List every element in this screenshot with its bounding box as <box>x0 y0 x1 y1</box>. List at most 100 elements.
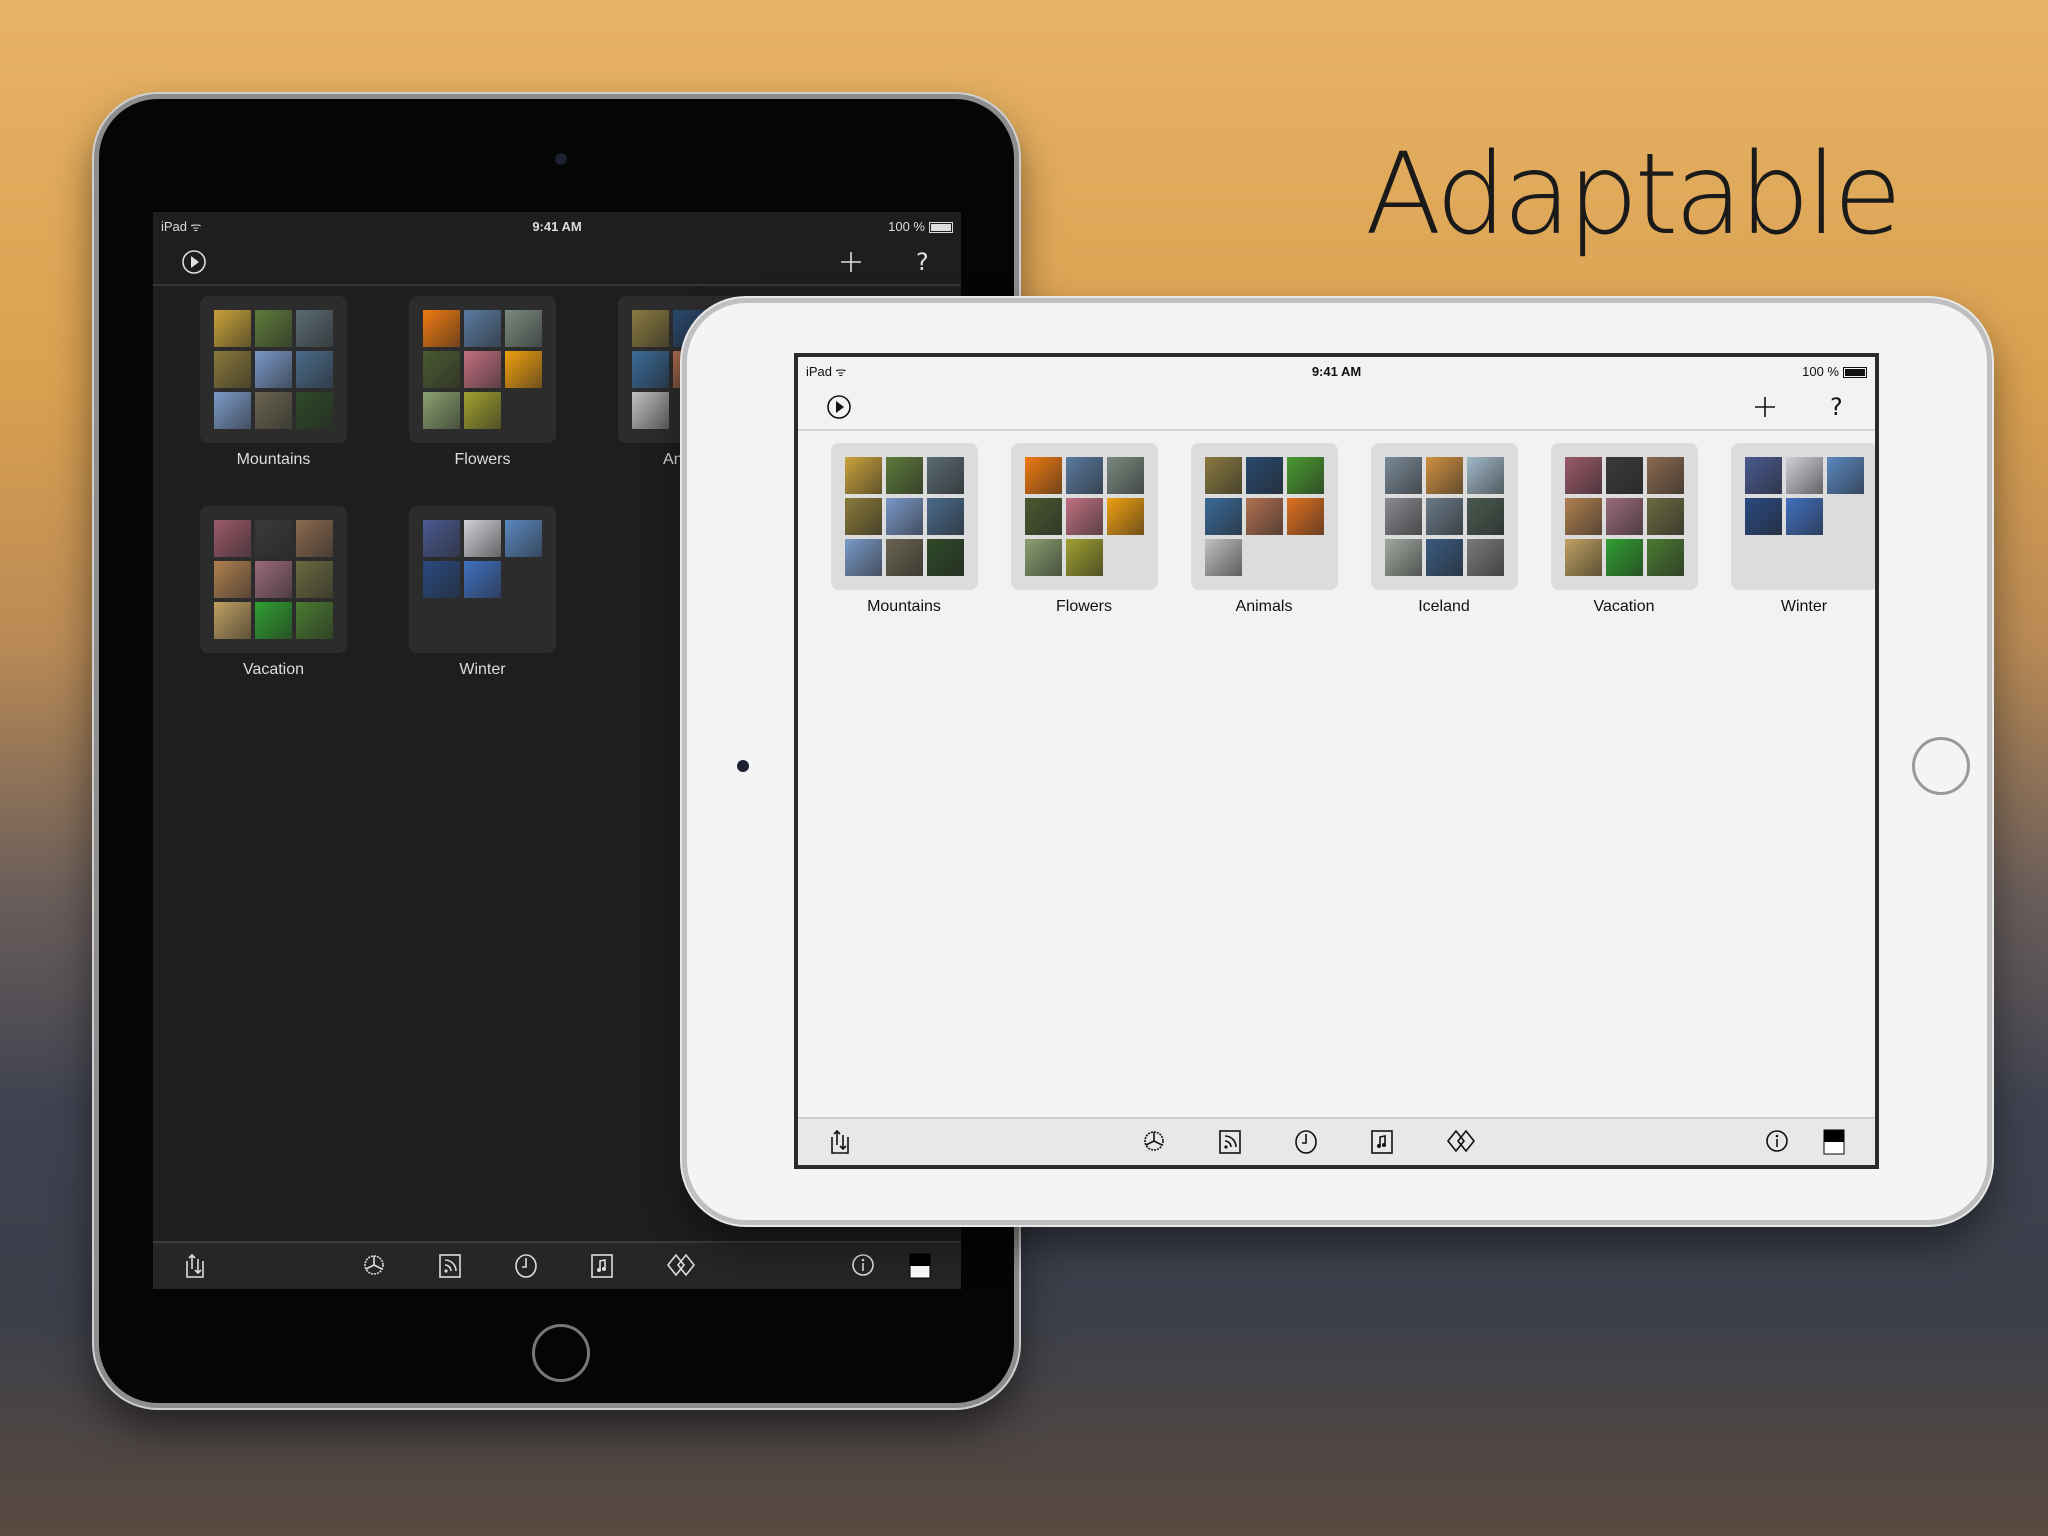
music-icon[interactable] <box>1370 1129 1394 1155</box>
album-mountains[interactable]: Mountains <box>169 296 378 506</box>
photo-thumbnail <box>1065 498 1103 535</box>
wifi-icon: ᯤ <box>832 364 847 379</box>
home-button[interactable] <box>532 1324 590 1382</box>
album-thumbnail-grid[interactable] <box>1730 443 1875 590</box>
album-thumbnail-grid[interactable] <box>200 296 347 443</box>
album-winter[interactable]: Winter <box>1714 443 1875 653</box>
album-flowers[interactable]: Flowers <box>378 296 587 506</box>
photo-thumbnail <box>1605 457 1643 494</box>
info-icon[interactable] <box>851 1253 875 1279</box>
album-grid: Mountains Flowers Animals Iceland Vacation Wi… <box>798 431 1875 1117</box>
photo-thumbnail <box>255 561 292 598</box>
photo-thumbnail <box>296 602 333 639</box>
photo-thumbnail <box>885 457 923 494</box>
music-icon[interactable] <box>590 1253 614 1279</box>
photo-thumbnail <box>464 392 501 429</box>
album-label: Mountains <box>867 598 941 615</box>
photo-thumbnail <box>1286 457 1324 494</box>
album-thumbnail-grid[interactable] <box>1010 443 1158 590</box>
photo-thumbnail <box>1024 539 1062 576</box>
photo-thumbnail <box>505 520 542 557</box>
toolbar-right-group <box>851 1253 931 1279</box>
share-icon[interactable] <box>828 1129 852 1155</box>
question-icon[interactable]: ? <box>913 249 933 275</box>
photo-thumbnail <box>1605 498 1643 535</box>
settings-icon[interactable] <box>362 1253 386 1279</box>
photo-thumbnail <box>296 310 333 347</box>
bottom-toolbar <box>153 1241 961 1289</box>
photo-thumbnail <box>1204 457 1242 494</box>
battery-icon <box>929 221 953 233</box>
photo-thumbnail <box>926 457 964 494</box>
clock-icon[interactable] <box>514 1253 538 1279</box>
album-vacation[interactable]: Vacation <box>1534 443 1714 653</box>
photo-thumbnail <box>423 310 460 347</box>
photo-thumbnail <box>1826 457 1864 494</box>
photo-thumbnail <box>1065 457 1103 494</box>
status-bar: iPad ᯤ 9:41 AM 100 % <box>153 212 961 240</box>
photo-thumbnail <box>1065 539 1103 576</box>
photo-thumbnail <box>1384 539 1422 576</box>
album-animals[interactable]: Animals <box>1174 443 1354 653</box>
device-label: iPad <box>161 218 188 234</box>
play-icon[interactable] <box>826 394 852 420</box>
album-flowers[interactable]: Flowers <box>994 443 1174 653</box>
wifi-icon: ᯤ <box>187 219 202 234</box>
album-winter[interactable]: Winter <box>378 506 587 716</box>
photo-thumbnail <box>1646 539 1684 576</box>
share-icon[interactable] <box>183 1253 207 1279</box>
photo-thumbnail <box>1106 498 1144 535</box>
album-label: Vacation <box>1593 598 1655 615</box>
album-thumbnail-grid[interactable] <box>1370 443 1518 590</box>
status-left: iPad ᯤ <box>161 218 201 235</box>
transition-icon[interactable] <box>666 1253 696 1279</box>
photo-thumbnail <box>844 498 882 535</box>
settings-icon[interactable] <box>1142 1129 1166 1155</box>
photo-thumbnail <box>1384 457 1422 494</box>
question-icon[interactable]: ? <box>1827 394 1847 420</box>
album-iceland[interactable]: Iceland <box>1354 443 1534 653</box>
photo-thumbnail <box>844 457 882 494</box>
feed-icon[interactable] <box>438 1253 462 1279</box>
feed-icon[interactable] <box>1218 1129 1242 1155</box>
photo-thumbnail <box>1466 457 1504 494</box>
theme-toggle-icon[interactable] <box>1823 1129 1845 1155</box>
headline: Adaptable <box>1365 130 1902 260</box>
plus-icon[interactable] <box>1753 395 1777 419</box>
photo-thumbnail <box>214 351 251 388</box>
album-label: Winter <box>1780 598 1828 615</box>
photo-thumbnail <box>1605 539 1643 576</box>
album-thumbnail-grid[interactable] <box>1550 443 1698 590</box>
camera <box>555 153 567 165</box>
top-toolbar: ? <box>798 385 1875 431</box>
battery-percent: 100 % <box>1802 363 1839 379</box>
album-thumbnail-grid[interactable] <box>1190 443 1338 590</box>
photo-thumbnail <box>632 392 669 429</box>
photo-thumbnail <box>1466 498 1504 535</box>
album-thumbnail-grid[interactable] <box>409 506 556 653</box>
album-thumbnail-grid[interactable] <box>200 506 347 653</box>
play-icon[interactable] <box>181 249 207 275</box>
info-icon[interactable] <box>1765 1129 1789 1155</box>
battery-percent: 100 % <box>888 218 925 234</box>
photo-thumbnail <box>214 392 251 429</box>
album-mountains[interactable]: Mountains <box>814 443 994 653</box>
toolbar-center-group <box>207 1253 851 1279</box>
album-thumbnail-grid[interactable] <box>409 296 556 443</box>
photo-thumbnail <box>214 520 251 557</box>
status-time: 9:41 AM <box>532 218 582 234</box>
plus-icon[interactable] <box>839 250 863 274</box>
photo-thumbnail <box>1785 457 1823 494</box>
toolbar-center-group <box>852 1129 1765 1155</box>
photo-thumbnail <box>214 602 251 639</box>
home-button[interactable] <box>1912 737 1970 795</box>
clock-icon[interactable] <box>1294 1129 1318 1155</box>
album-thumbnail-grid[interactable] <box>830 443 978 590</box>
photo-thumbnail <box>505 351 542 388</box>
theme-toggle-icon[interactable] <box>909 1253 931 1279</box>
album-vacation[interactable]: Vacation <box>169 506 378 716</box>
svg-text:?: ? <box>916 249 929 275</box>
album-label: Iceland <box>1418 598 1470 615</box>
status-left: iPad ᯤ <box>806 363 846 380</box>
transition-icon[interactable] <box>1446 1129 1476 1155</box>
